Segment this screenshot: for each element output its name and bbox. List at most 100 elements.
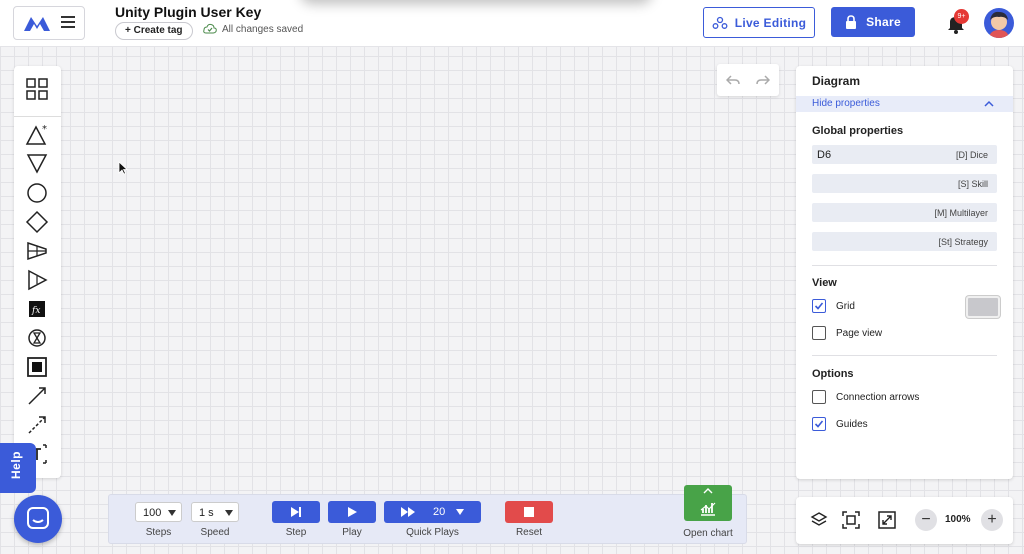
zoom-out-button[interactable]: − [915, 509, 937, 531]
avatar[interactable] [984, 8, 1014, 38]
create-tag-label: Create tag [133, 25, 183, 36]
property-strategy-field[interactable]: [St] Strategy [812, 232, 997, 251]
step-label: Step [285, 527, 307, 538]
expand-icon[interactable] [876, 509, 898, 531]
panel-title: Diagram [812, 74, 861, 88]
view-title: View [812, 277, 837, 289]
property-tag: [M] Multilayer [934, 208, 988, 218]
layers-icon[interactable] [808, 509, 830, 531]
steps-value: 100 [143, 507, 162, 519]
divider [812, 265, 997, 266]
redo-icon[interactable] [756, 73, 770, 87]
connection-arrows-label: Connection arrows [836, 392, 920, 403]
stop-icon [524, 507, 534, 517]
save-status-text: All changes saved [222, 23, 304, 35]
property-tag: [S] Skill [957, 179, 988, 189]
chevron-up-icon [703, 488, 713, 494]
logo-icon [24, 17, 50, 31]
property-dice-field[interactable]: D6 [D] Dice [812, 145, 997, 164]
share-label: Share [866, 15, 901, 29]
cloud-check-icon [203, 23, 217, 34]
function-icon[interactable]: fx [24, 296, 50, 322]
quick-plays-value: 20 [433, 506, 446, 518]
property-tag: [D] Dice [955, 150, 988, 160]
play-triangle-icon[interactable] [24, 267, 50, 293]
zoom-level: 100% [945, 514, 971, 525]
avatar-image [989, 11, 1009, 38]
dropdown-arrow-icon[interactable] [456, 509, 465, 515]
options-title: Options [812, 368, 854, 380]
property-skill-field[interactable]: [S] Skill [812, 174, 997, 193]
svg-text:fx: fx [31, 306, 40, 316]
quick-plays-label: Quick Plays [406, 527, 459, 538]
svg-text:*: * [42, 124, 47, 135]
triangle-down-icon[interactable] [24, 150, 50, 176]
dashed-arrow-icon[interactable] [24, 412, 50, 438]
open-chart-button[interactable] [684, 485, 732, 521]
square-icon[interactable] [24, 354, 50, 380]
speed-select[interactable]: 1 s [191, 502, 239, 522]
notification-badge: 9+ [954, 9, 969, 24]
toolbar-divider [14, 116, 61, 117]
simulation-bar: 100 Steps 1 s Speed Step Play 20 Quick P… [108, 494, 747, 544]
lock-icon [846, 15, 857, 29]
document-title[interactable]: Unity Plugin User Key [115, 4, 261, 20]
speed-value: 1 s [199, 507, 214, 519]
diamond-icon[interactable] [24, 209, 50, 235]
mouse-cursor-icon [118, 161, 128, 175]
shapes-toolbar: * fx [14, 66, 61, 478]
speed-label: Speed [200, 527, 230, 538]
live-editing-button[interactable]: Live Editing [703, 7, 815, 38]
play-icon [348, 507, 357, 517]
step-button[interactable] [272, 501, 320, 523]
page-view-label: Page view [836, 328, 883, 339]
dropdown-arrow-icon [225, 510, 233, 516]
divider [812, 355, 997, 356]
properties-panel: Diagram Hide properties Global propertie… [796, 66, 1013, 479]
converter-icon[interactable] [24, 238, 50, 264]
play-button[interactable] [328, 501, 376, 523]
menu-button[interactable] [13, 6, 85, 40]
steps-select[interactable]: 100 [135, 502, 182, 522]
quick-plays-button[interactable]: 20 [384, 501, 481, 523]
global-properties-title: Global properties [812, 125, 904, 137]
users-icon [712, 16, 728, 29]
grid-checkbox[interactable] [812, 299, 826, 313]
check-icon [814, 420, 824, 428]
zoom-in-button[interactable]: + [981, 509, 1003, 531]
fit-selection-icon[interactable] [840, 509, 862, 531]
connection-arrows-checkbox[interactable] [812, 390, 826, 404]
hide-properties-toggle[interactable]: Hide properties [796, 96, 1013, 112]
grid-label: Grid [836, 301, 855, 312]
undo-redo-group [717, 64, 779, 96]
plus-icon: + [125, 25, 134, 36]
chart-icon [700, 502, 716, 516]
dropdown-arrow-icon [168, 510, 176, 516]
live-editing-label: Live Editing [734, 15, 807, 30]
circle-icon[interactable] [24, 180, 50, 206]
save-status: All changes saved [203, 23, 303, 35]
arrow-icon[interactable] [24, 383, 50, 409]
reset-label: Reset [515, 527, 543, 538]
hourglass-icon[interactable] [24, 325, 50, 351]
page-view-checkbox[interactable] [812, 326, 826, 340]
chevron-up-icon [984, 100, 994, 107]
help-tab[interactable]: Help [0, 443, 36, 493]
hide-properties-label: Hide properties [812, 98, 880, 109]
reset-button[interactable] [505, 501, 553, 523]
share-button[interactable]: Share [831, 7, 915, 37]
property-multilayer-field[interactable]: [M] Multilayer [812, 203, 997, 222]
property-value: D6 [817, 149, 832, 161]
grid-icon[interactable] [24, 76, 50, 102]
create-tag-button[interactable]: + Create tag [115, 22, 193, 40]
guides-label: Guides [836, 419, 868, 430]
triangle-star-icon[interactable]: * [24, 121, 50, 147]
chat-button[interactable] [14, 495, 62, 543]
fast-forward-icon [401, 507, 415, 517]
property-tag: [St] Strategy [938, 237, 988, 247]
undo-icon[interactable] [726, 73, 740, 87]
guides-checkbox[interactable] [812, 417, 826, 431]
check-icon [814, 302, 824, 310]
grid-color-swatch[interactable] [966, 296, 1000, 318]
steps-label: Steps [145, 527, 172, 538]
